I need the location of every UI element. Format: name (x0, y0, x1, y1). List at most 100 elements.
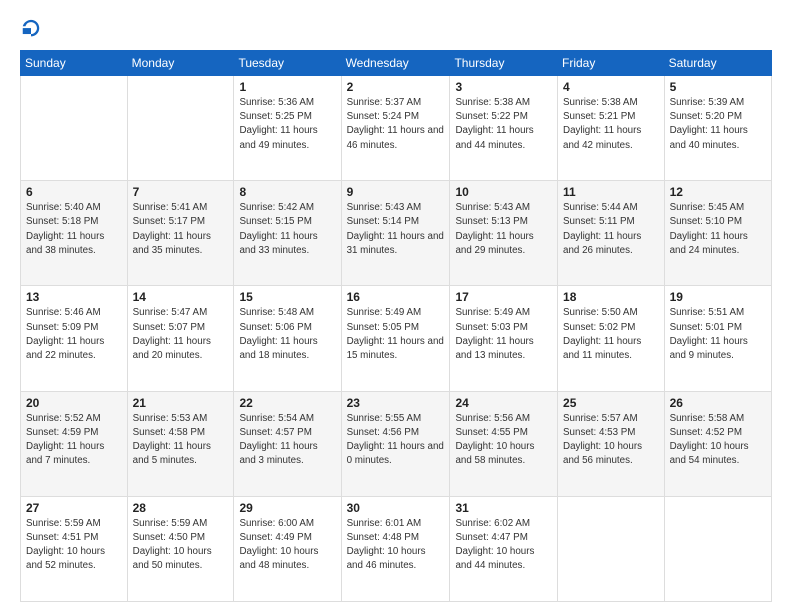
calendar-cell (664, 496, 771, 601)
day-info: Sunrise: 5:46 AMSunset: 5:09 PMDaylight:… (26, 306, 122, 363)
calendar-cell: 18 Sunrise: 5:50 AMSunset: 5:02 PMDayligh… (558, 286, 665, 391)
day-number: 14 (133, 290, 229, 304)
week-row-2: 6 Sunrise: 5:40 AMSunset: 5:18 PMDaylight… (21, 181, 772, 286)
calendar-cell: 17 Sunrise: 5:49 AMSunset: 5:03 PMDayligh… (450, 286, 558, 391)
day-info: Sunrise: 5:49 AMSunset: 5:05 PMDaylight:… (347, 306, 445, 363)
day-number: 1 (239, 80, 335, 94)
day-info: Sunrise: 5:45 AMSunset: 5:10 PMDaylight:… (670, 201, 766, 258)
calendar-table: SundayMondayTuesdayWednesdayThursdayFrid… (20, 50, 772, 602)
calendar-cell: 10 Sunrise: 5:43 AMSunset: 5:13 PMDayligh… (450, 181, 558, 286)
weekday-header-row: SundayMondayTuesdayWednesdayThursdayFrid… (21, 51, 772, 76)
calendar-cell: 25 Sunrise: 5:57 AMSunset: 4:53 PMDayligh… (558, 391, 665, 496)
weekday-header-monday: Monday (127, 51, 234, 76)
day-number: 31 (455, 501, 552, 515)
day-number: 12 (670, 185, 766, 199)
day-info: Sunrise: 5:41 AMSunset: 5:17 PMDaylight:… (133, 201, 229, 258)
logo-icon (20, 18, 42, 40)
day-info: Sunrise: 5:51 AMSunset: 5:01 PMDaylight:… (670, 306, 766, 363)
day-info: Sunrise: 5:43 AMSunset: 5:14 PMDaylight:… (347, 201, 445, 258)
weekday-header-friday: Friday (558, 51, 665, 76)
weekday-header-wednesday: Wednesday (341, 51, 450, 76)
calendar-cell: 23Sunrise: 5:55 AMSunset: 4:56 PMDayligh… (341, 391, 450, 496)
calendar-cell: 11 Sunrise: 5:44 AMSunset: 5:11 PMDayligh… (558, 181, 665, 286)
week-row-1: 1 Sunrise: 5:36 AMSunset: 5:25 PMDaylight… (21, 76, 772, 181)
calendar-cell: 14Sunrise: 5:47 AMSunset: 5:07 PMDayligh… (127, 286, 234, 391)
day-number: 10 (455, 185, 552, 199)
week-row-4: 20 Sunrise: 5:52 AMSunset: 4:59 PMDayligh… (21, 391, 772, 496)
calendar-cell: 21 Sunrise: 5:53 AMSunset: 4:58 PMDayligh… (127, 391, 234, 496)
day-info: Sunrise: 5:58 AMSunset: 4:52 PMDaylight:… (670, 412, 766, 469)
day-info: Sunrise: 5:49 AMSunset: 5:03 PMDaylight:… (455, 306, 552, 363)
day-info: Sunrise: 5:53 AMSunset: 4:58 PMDaylight:… (133, 412, 229, 469)
day-number: 7 (133, 185, 229, 199)
calendar-cell: 27Sunrise: 5:59 AMSunset: 4:51 PMDayligh… (21, 496, 128, 601)
calendar-cell: 24 Sunrise: 5:56 AMSunset: 4:55 PMDayligh… (450, 391, 558, 496)
day-info: Sunrise: 6:02 AMSunset: 4:47 PMDaylight:… (455, 517, 552, 574)
calendar-cell: 13 Sunrise: 5:46 AMSunset: 5:09 PMDayligh… (21, 286, 128, 391)
calendar-cell: 3 Sunrise: 5:38 AMSunset: 5:22 PMDaylight… (450, 76, 558, 181)
day-info: Sunrise: 5:43 AMSunset: 5:13 PMDaylight:… (455, 201, 552, 258)
day-number: 16 (347, 290, 445, 304)
page: SundayMondayTuesdayWednesdayThursdayFrid… (0, 0, 792, 612)
day-number: 26 (670, 396, 766, 410)
day-info: Sunrise: 5:37 AMSunset: 5:24 PMDaylight:… (347, 96, 445, 153)
day-number: 6 (26, 185, 122, 199)
calendar-cell: 12 Sunrise: 5:45 AMSunset: 5:10 PMDayligh… (664, 181, 771, 286)
day-info: Sunrise: 5:38 AMSunset: 5:21 PMDaylight:… (563, 96, 659, 153)
day-number: 11 (563, 185, 659, 199)
day-info: Sunrise: 5:57 AMSunset: 4:53 PMDaylight:… (563, 412, 659, 469)
calendar-cell: 1 Sunrise: 5:36 AMSunset: 5:25 PMDaylight… (234, 76, 341, 181)
day-info: Sunrise: 5:38 AMSunset: 5:22 PMDaylight:… (455, 96, 552, 153)
day-number: 21 (133, 396, 229, 410)
weekday-header-saturday: Saturday (664, 51, 771, 76)
day-info: Sunrise: 5:56 AMSunset: 4:55 PMDaylight:… (455, 412, 552, 469)
day-number: 28 (133, 501, 229, 515)
day-number: 17 (455, 290, 552, 304)
day-number: 20 (26, 396, 122, 410)
calendar-cell: 8 Sunrise: 5:42 AMSunset: 5:15 PMDaylight… (234, 181, 341, 286)
calendar-cell: 22 Sunrise: 5:54 AMSunset: 4:57 PMDayligh… (234, 391, 341, 496)
day-info: Sunrise: 6:00 AMSunset: 4:49 PMDaylight:… (239, 517, 335, 574)
calendar-cell: 26 Sunrise: 5:58 AMSunset: 4:52 PMDayligh… (664, 391, 771, 496)
day-number: 18 (563, 290, 659, 304)
day-number: 30 (347, 501, 445, 515)
day-number: 15 (239, 290, 335, 304)
day-info: Sunrise: 5:40 AMSunset: 5:18 PMDaylight:… (26, 201, 122, 258)
week-row-3: 13 Sunrise: 5:46 AMSunset: 5:09 PMDayligh… (21, 286, 772, 391)
day-number: 23 (347, 396, 445, 410)
calendar-cell: 20 Sunrise: 5:52 AMSunset: 4:59 PMDayligh… (21, 391, 128, 496)
day-info: Sunrise: 5:48 AMSunset: 5:06 PMDaylight:… (239, 306, 335, 363)
day-info: Sunrise: 5:50 AMSunset: 5:02 PMDaylight:… (563, 306, 659, 363)
day-number: 25 (563, 396, 659, 410)
day-number: 13 (26, 290, 122, 304)
calendar-cell: 15 Sunrise: 5:48 AMSunset: 5:06 PMDayligh… (234, 286, 341, 391)
day-info: Sunrise: 5:42 AMSunset: 5:15 PMDaylight:… (239, 201, 335, 258)
calendar-cell: 30Sunrise: 6:01 AMSunset: 4:48 PMDayligh… (341, 496, 450, 601)
calendar-cell: 29Sunrise: 6:00 AMSunset: 4:49 PMDayligh… (234, 496, 341, 601)
logo (20, 18, 44, 40)
calendar-cell: 6 Sunrise: 5:40 AMSunset: 5:18 PMDaylight… (21, 181, 128, 286)
day-number: 9 (347, 185, 445, 199)
day-number: 8 (239, 185, 335, 199)
calendar-cell: 28Sunrise: 5:59 AMSunset: 4:50 PMDayligh… (127, 496, 234, 601)
day-number: 4 (563, 80, 659, 94)
weekday-header-tuesday: Tuesday (234, 51, 341, 76)
calendar-cell: 19Sunrise: 5:51 AMSunset: 5:01 PMDayligh… (664, 286, 771, 391)
calendar-cell (558, 496, 665, 601)
calendar-cell: 16 Sunrise: 5:49 AMSunset: 5:05 PMDayligh… (341, 286, 450, 391)
calendar-cell: 4 Sunrise: 5:38 AMSunset: 5:21 PMDaylight… (558, 76, 665, 181)
day-info: Sunrise: 5:59 AMSunset: 4:51 PMDaylight:… (26, 517, 122, 574)
day-number: 3 (455, 80, 552, 94)
header (20, 18, 772, 40)
calendar-cell: 5Sunrise: 5:39 AMSunset: 5:20 PMDaylight… (664, 76, 771, 181)
day-info: Sunrise: 5:54 AMSunset: 4:57 PMDaylight:… (239, 412, 335, 469)
day-info: Sunrise: 5:39 AMSunset: 5:20 PMDaylight:… (670, 96, 766, 153)
day-number: 22 (239, 396, 335, 410)
day-info: Sunrise: 5:36 AMSunset: 5:25 PMDaylight:… (239, 96, 335, 153)
calendar-cell: 7 Sunrise: 5:41 AMSunset: 5:17 PMDaylight… (127, 181, 234, 286)
day-info: Sunrise: 5:44 AMSunset: 5:11 PMDaylight:… (563, 201, 659, 258)
day-info: Sunrise: 5:52 AMSunset: 4:59 PMDaylight:… (26, 412, 122, 469)
calendar-cell (21, 76, 128, 181)
calendar-cell: 9 Sunrise: 5:43 AMSunset: 5:14 PMDaylight… (341, 181, 450, 286)
day-number: 24 (455, 396, 552, 410)
